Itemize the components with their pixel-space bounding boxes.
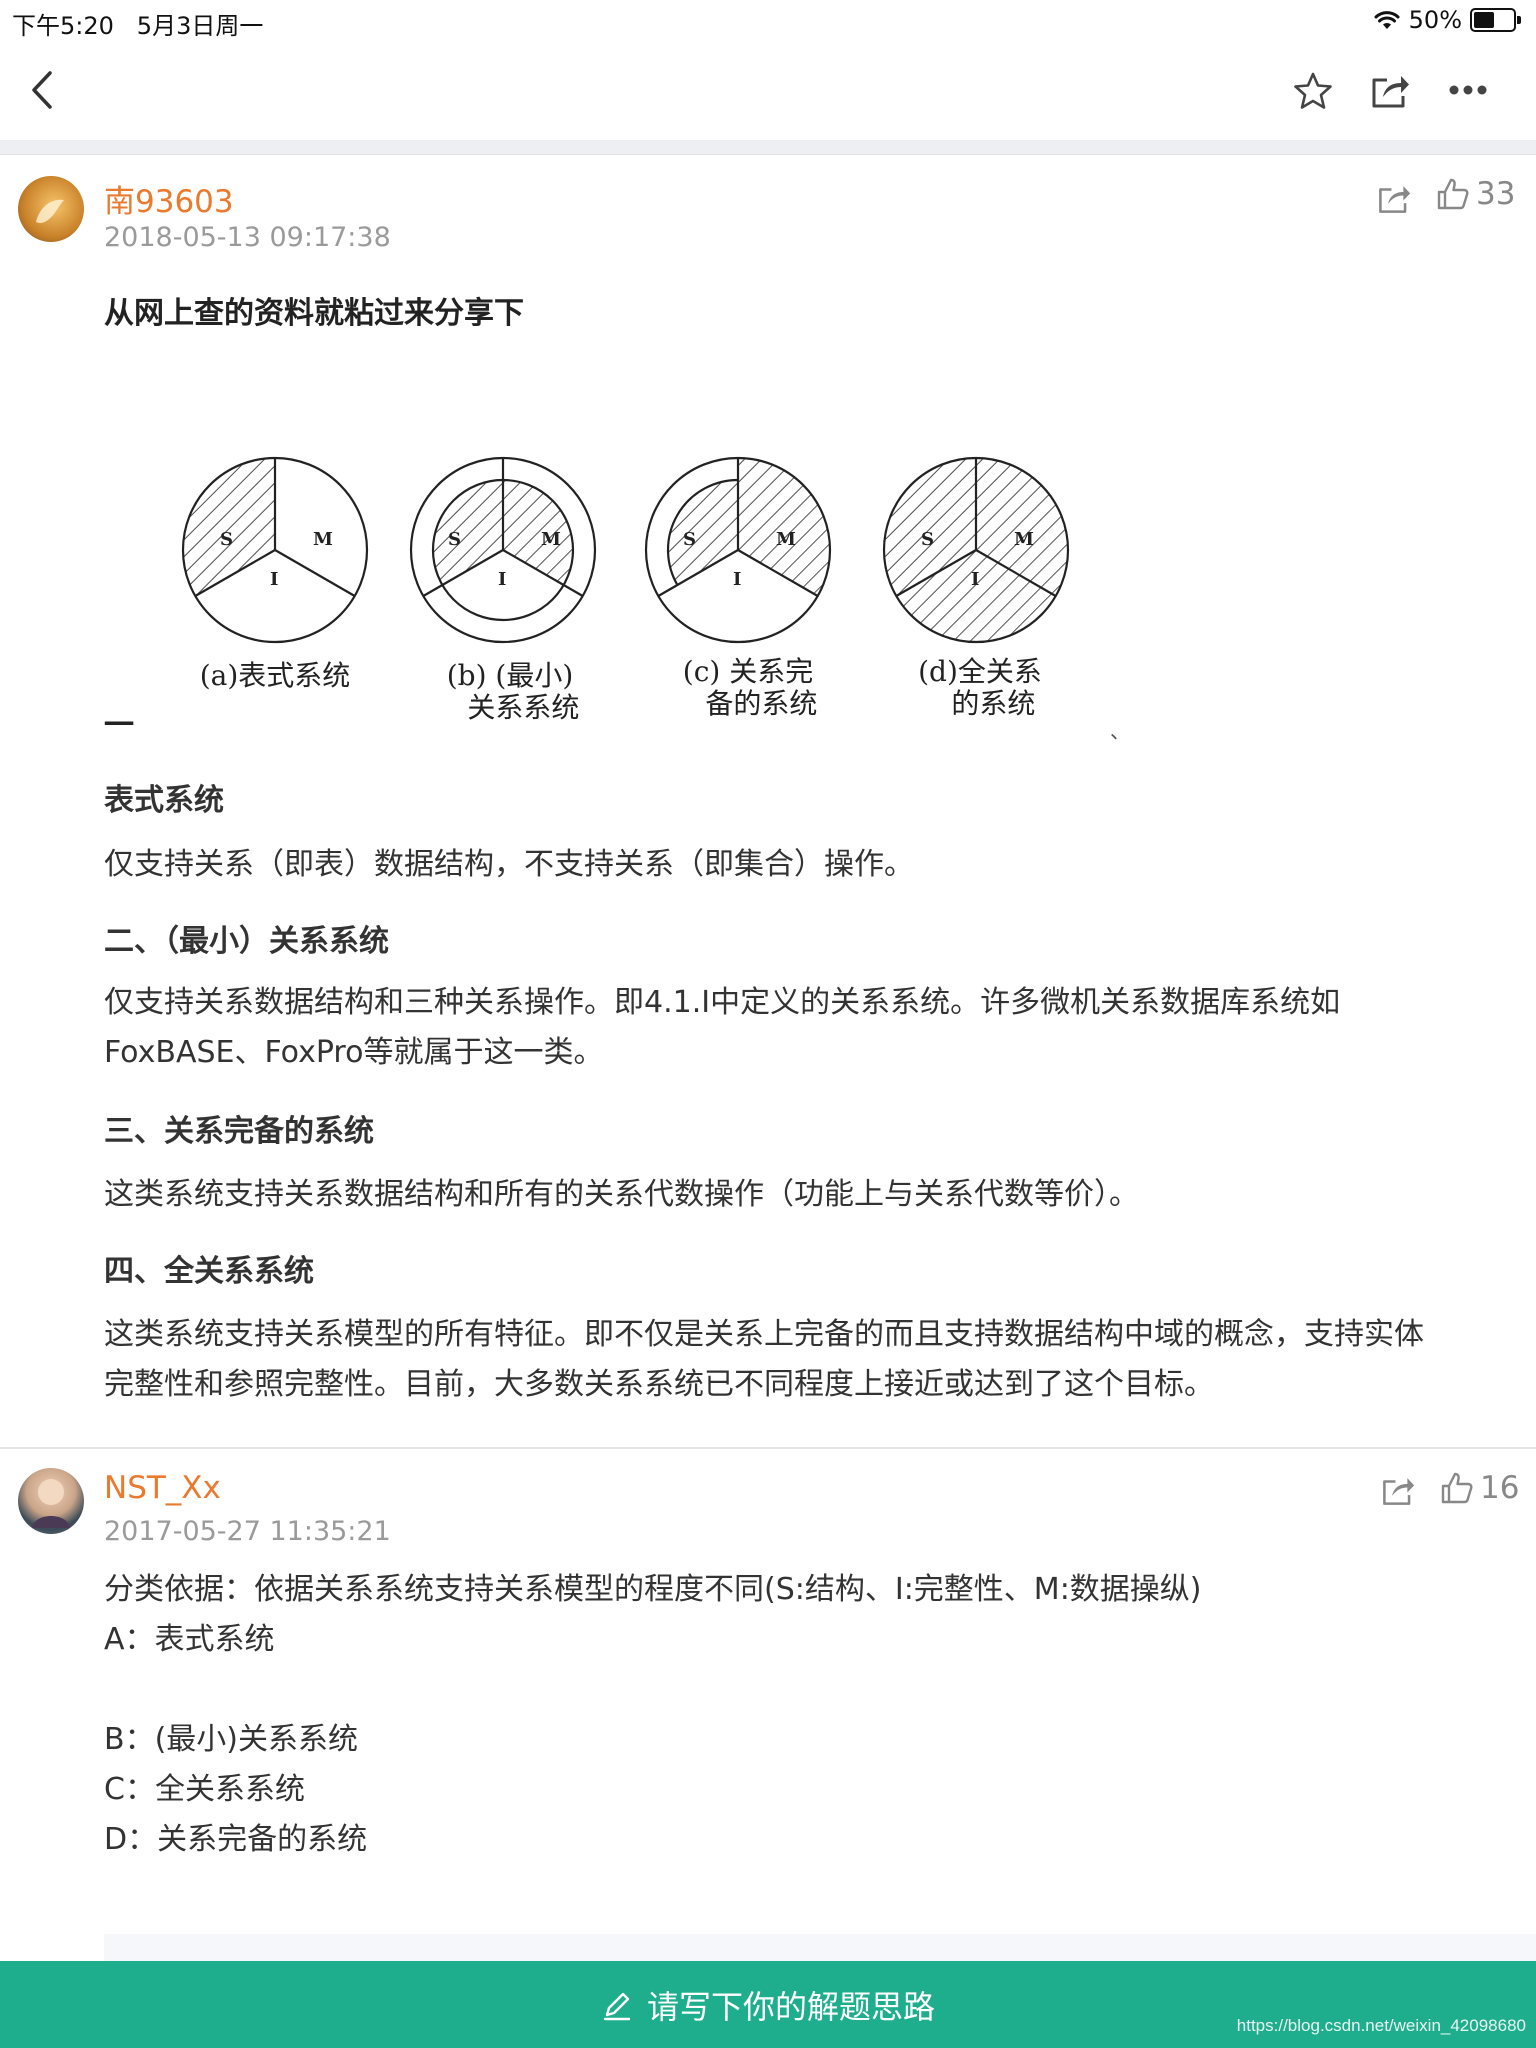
relational-system-figure: S M I S M I S M I S M I (a)表式系统 (b) (最小)… — [170, 450, 1100, 740]
figure-d: S M I — [882, 456, 1070, 644]
status-bar: 下午5:20 5月3日周一 50% — [0, 0, 1536, 42]
figure-a: S M I — [181, 456, 369, 644]
like-count: 16 — [1480, 1470, 1520, 1506]
share-icon — [1383, 1478, 1415, 1505]
sector-s: S — [921, 529, 934, 550]
figure-c: S M I — [644, 456, 832, 644]
sector-i: I — [733, 569, 741, 590]
section-body-line: 完整性和参照完整性。目前，大多数关系系统已不同程度上接近或达到了这个目标。 — [104, 1367, 1214, 1402]
pencil-icon — [603, 1992, 631, 2020]
share-button[interactable] — [1366, 66, 1414, 114]
sector-s: S — [220, 529, 233, 550]
answer-intro: 从网上查的资料就粘过来分享下 — [104, 296, 524, 331]
like-count: 33 — [1476, 176, 1516, 212]
stray-mark-right: 、 — [1110, 719, 1130, 743]
sector-m: M — [1014, 529, 1034, 550]
bird-icon — [36, 199, 64, 224]
battery-icon — [1470, 8, 1521, 32]
like-button[interactable]: 33 — [1436, 176, 1515, 212]
like-button[interactable]: 16 — [1440, 1470, 1519, 1506]
section-body-line: 这类系统支持关系模型的所有特征。即不仅是关系上完备的而且支持数据结构中域的概念，… — [104, 1317, 1424, 1352]
answer-line: A：表式系统 — [104, 1622, 275, 1657]
section-body-line: 仅支持关系数据结构和三种关系操作。即4.1.I中定义的关系系统。许多微机关系数据… — [104, 985, 1341, 1020]
write-answer-label: 请写下你的解题思路 — [646, 1987, 935, 2026]
avatar[interactable] — [18, 1468, 84, 1534]
figure-b: S M I — [409, 456, 597, 644]
star-icon — [1294, 72, 1332, 109]
figure-label-b: (b) (最小) 关系系统 — [446, 659, 580, 724]
sector-i: I — [971, 569, 979, 590]
figure-label-d: (d)全关系 的系统 — [918, 655, 1042, 720]
username[interactable]: 南93603 — [104, 176, 234, 221]
answer-share-button[interactable] — [1370, 176, 1418, 220]
favorite-button[interactable] — [1290, 68, 1336, 114]
sector-i: I — [270, 569, 278, 590]
sector-m: M — [541, 529, 561, 550]
answer-divider — [0, 1447, 1536, 1449]
sector-m: M — [776, 529, 796, 550]
answer-footer-band — [104, 1934, 1536, 1961]
share-icon — [1372, 76, 1409, 108]
sector-m: M — [313, 529, 333, 550]
section-heading: 四、全关系系统 — [104, 1254, 314, 1289]
figure-label-c: (c) 关系完 备的系统 — [682, 655, 818, 720]
figure-label-a: (a)表式系统 — [199, 659, 351, 692]
figure-circles: S M I S M I S M I S M I — [181, 456, 1070, 644]
section-heading: 表式系统 — [104, 783, 224, 818]
back-button[interactable] — [20, 68, 64, 112]
sector-s: S — [448, 529, 461, 550]
answer-line: D：关系完备的系统 — [104, 1822, 368, 1857]
section-body: 这类系统支持关系数据结构和所有的关系代数操作（功能上与关系代数等价）。 — [104, 1177, 1139, 1212]
sector-s: S — [683, 529, 696, 550]
section-heading: 三、关系完备的系统 — [104, 1114, 374, 1149]
more-icon — [1449, 85, 1487, 95]
answer-line: 分类依据：依据关系系统支持关系模型的程度不同(S:结构、I:完整性、M:数据操纵… — [104, 1572, 1202, 1607]
thumbs-up-icon — [1437, 178, 1469, 210]
battery-percent: 50% — [1408, 6, 1462, 34]
header-separator — [0, 140, 1536, 155]
share-icon — [1379, 186, 1411, 213]
stray-mark: 一 — [104, 708, 134, 743]
post-time: 2018-05-13 09:17:38 — [104, 222, 391, 253]
status-time: 下午5:20 5月3日周一 — [12, 12, 264, 40]
watermark: https://blog.csdn.net/weixin_42098680 — [1236, 2016, 1526, 2035]
section-heading: 二、（最小）关系系统 — [104, 924, 389, 959]
answer-share-button[interactable] — [1374, 1468, 1422, 1512]
section-body-line: FoxBASE、FoxPro等就属于这一类。 — [104, 1035, 604, 1070]
sector-i: I — [498, 569, 506, 590]
section-body: 仅支持关系（即表）数据结构，不支持关系（即集合）操作。 — [104, 847, 914, 882]
status-date: 5月3日周一 — [136, 12, 264, 40]
answer-line: C：全关系系统 — [104, 1772, 305, 1807]
nav-bar — [0, 42, 1536, 140]
answer-line: B：(最小)关系系统 — [104, 1722, 358, 1757]
chevron-left-icon — [32, 71, 52, 109]
person-icon — [32, 1479, 70, 1528]
thumbs-up-icon — [1441, 1472, 1473, 1504]
post-time: 2017-05-27 11:35:21 — [104, 1516, 391, 1547]
username[interactable]: NST_Xx — [104, 1470, 221, 1506]
avatar[interactable] — [18, 176, 84, 242]
wifi-icon — [1374, 11, 1400, 29]
more-button[interactable] — [1444, 68, 1492, 112]
